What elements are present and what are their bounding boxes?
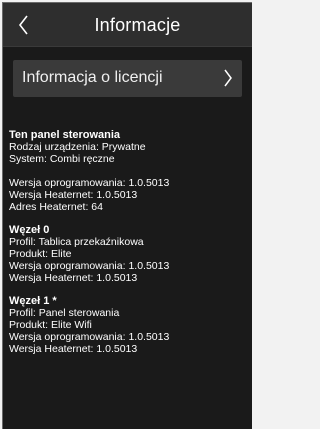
node-heading: Węzeł 1 * (9, 295, 57, 307)
app-frame: Informacje Informacja o licencji Ten pan… (2, 2, 252, 429)
info-content: Ten panel sterowania Rodzaj urządzenia: … (9, 129, 169, 355)
panel-heading: Ten panel sterowania (9, 129, 121, 141)
page-title: Informacje (94, 15, 181, 35)
node-product-text: Produkt: Elite Wifi (9, 319, 92, 331)
chevron-left-icon (18, 15, 28, 35)
node-profile-text: Profil: Tablica przekaźnikowa (9, 236, 144, 248)
back-button[interactable] (15, 13, 33, 37)
license-info-button[interactable]: Informacja o licencji (13, 60, 242, 97)
chevron-right-icon (224, 69, 232, 87)
node-firmware-text: Wersja oprogramowania: 1.0.5013 (9, 331, 170, 343)
license-info-label: Informacja o licencji (22, 69, 163, 86)
heaternet-address-text: Adres Heaternet: 64 (9, 201, 103, 213)
node-product-text: Produkt: Elite (9, 248, 72, 260)
node-heaternet-text: Wersja Heaternet: 1.0.5013 (9, 272, 138, 284)
header-bar: Informacje (3, 3, 252, 47)
system-text: System: Combi ręczne (9, 153, 115, 165)
node-firmware-text: Wersja oprogramowania: 1.0.5013 (9, 260, 170, 272)
node-profile-text: Profil: Panel sterowania (9, 307, 120, 319)
panel-heaternet-text: Wersja Heaternet: 1.0.5013 (9, 189, 138, 201)
node-heaternet-text: Wersja Heaternet: 1.0.5013 (9, 343, 138, 355)
panel-firmware-text: Wersja oprogramowania: 1.0.5013 (9, 177, 170, 189)
device-type-text: Rodzaj urządzenia: Prywatne (9, 141, 146, 153)
node-heading: Węzeł 0 (9, 224, 50, 236)
